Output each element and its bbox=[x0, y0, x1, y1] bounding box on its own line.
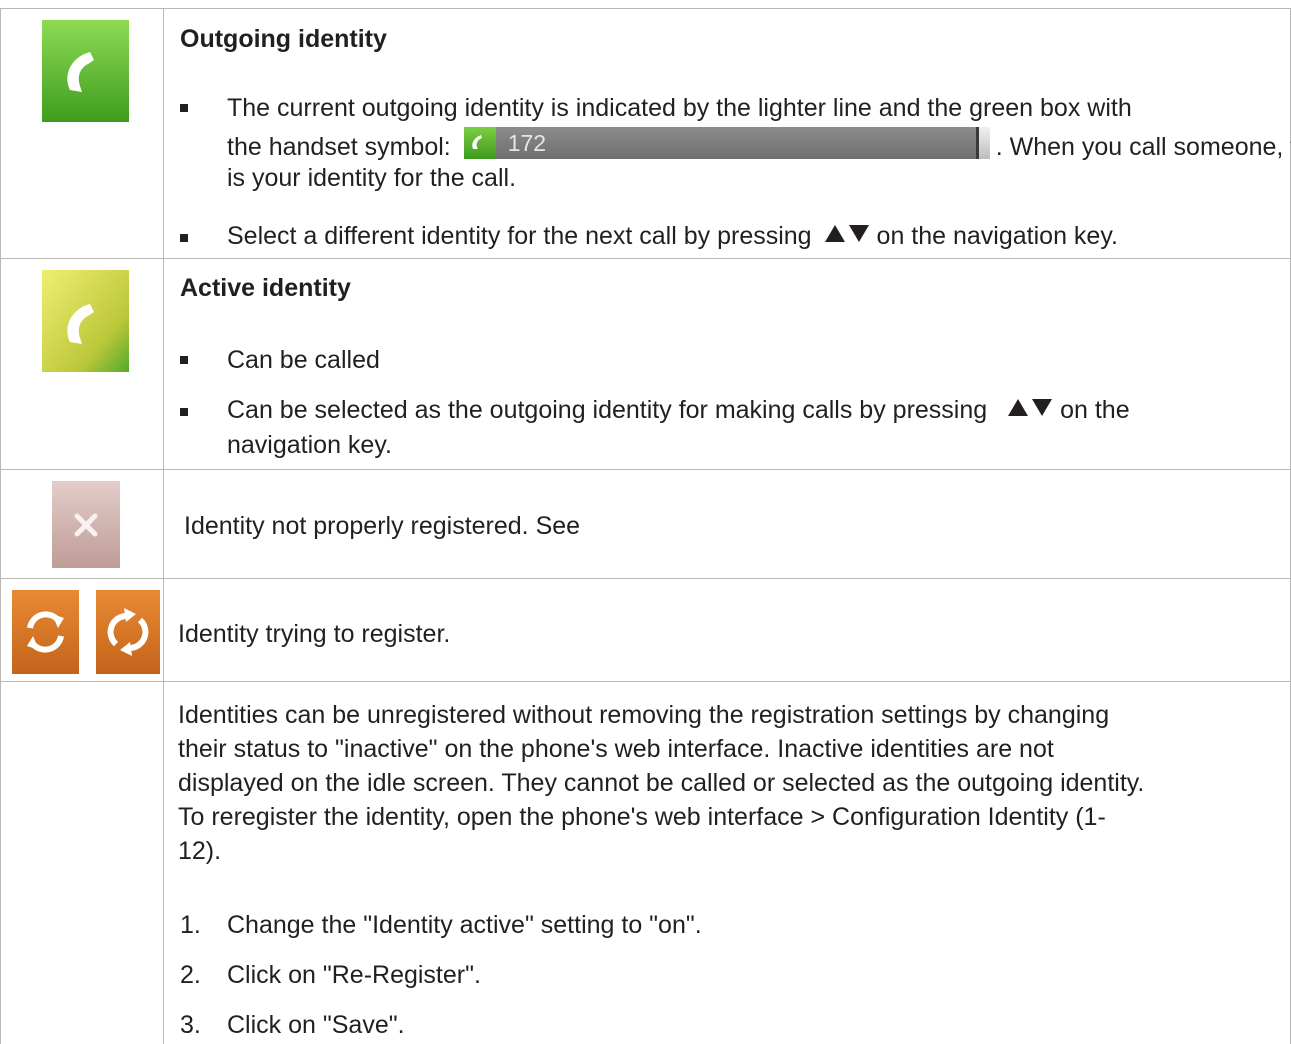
inactive-para-line: displayed on the idle screen. They canno… bbox=[178, 769, 1145, 797]
active-bullet2-line1: Can be selected as the outgoing identity… bbox=[227, 393, 1130, 427]
outgoing-bullet1-line2: the handset symbol: 172 . When you call … bbox=[227, 127, 1291, 164]
active-bullet2-end: on the bbox=[1060, 396, 1130, 424]
bullet-marker bbox=[180, 356, 188, 364]
outgoing-bullet2-end: on the navigation key. bbox=[876, 222, 1118, 250]
identity-status-table: Outgoing identity The current outgoing i… bbox=[0, 0, 1291, 1044]
up-arrow-icon bbox=[1008, 399, 1029, 416]
bullet-marker bbox=[180, 408, 188, 416]
heading-active-identity: Active identity bbox=[180, 274, 351, 302]
x-icon bbox=[52, 481, 120, 568]
down-arrow-icon bbox=[1032, 399, 1053, 416]
heading-outgoing-identity: Outgoing identity bbox=[180, 25, 387, 53]
outgoing-bullet1-line2-end: . When you call someone, this bbox=[995, 133, 1291, 161]
outgoing-identity-bar-example: 172 bbox=[463, 127, 990, 159]
bar-end-cap bbox=[975, 127, 990, 159]
down-arrow-icon bbox=[848, 225, 869, 242]
bullet-marker bbox=[180, 234, 188, 242]
inactive-para-line: 12). bbox=[178, 837, 222, 865]
identity-number: 172 bbox=[507, 130, 547, 156]
step-text: Click on "Re-Register". bbox=[227, 961, 481, 989]
inactive-para-line: their status to "inactive" on the phone'… bbox=[178, 735, 1054, 763]
green-handset-box bbox=[463, 127, 496, 159]
outgoing-bullet1-line3: is your identity for the call. bbox=[227, 164, 517, 192]
handset-icon bbox=[42, 20, 129, 122]
outgoing-bullet2-start: Select a different identity for the next… bbox=[227, 222, 812, 250]
inactive-para-line: Identities can be unregistered without r… bbox=[178, 701, 1110, 729]
up-arrow-icon bbox=[824, 225, 845, 242]
row-divider bbox=[0, 578, 1291, 579]
row-divider bbox=[0, 681, 1291, 682]
step-number: 3. bbox=[180, 1011, 201, 1039]
refresh-icon bbox=[12, 590, 79, 674]
trying-register-text: Identity trying to register. bbox=[178, 620, 451, 648]
active-bullet2-line2: navigation key. bbox=[227, 431, 392, 459]
row-divider bbox=[0, 469, 1291, 470]
table-top-border bbox=[0, 8, 1291, 9]
step-text: Click on "Save". bbox=[227, 1011, 405, 1039]
step-number: 2. bbox=[180, 961, 201, 989]
active-bullet2-start: Can be selected as the outgoing identity… bbox=[227, 396, 988, 424]
step-text: Change the "Identity active" setting to … bbox=[227, 911, 702, 939]
table-left-border bbox=[0, 8, 1, 1044]
active-bullet1: Can be called bbox=[227, 346, 380, 374]
row-divider bbox=[0, 258, 1291, 259]
handset-icon bbox=[42, 270, 129, 372]
outgoing-bullet1-line2-start: the handset symbol: bbox=[227, 133, 451, 161]
outgoing-bullet1-line1: The current outgoing identity is indicat… bbox=[227, 94, 1132, 122]
not-registered-text: Identity not properly registered. See bbox=[184, 512, 581, 540]
step-number: 1. bbox=[180, 911, 201, 939]
refresh-icon bbox=[96, 590, 160, 674]
bullet-marker bbox=[180, 104, 188, 112]
outgoing-bullet2: Select a different identity for the next… bbox=[227, 219, 1118, 253]
column-divider bbox=[163, 8, 164, 1044]
inactive-para-line: To reregister the identity, open the pho… bbox=[178, 803, 1106, 831]
